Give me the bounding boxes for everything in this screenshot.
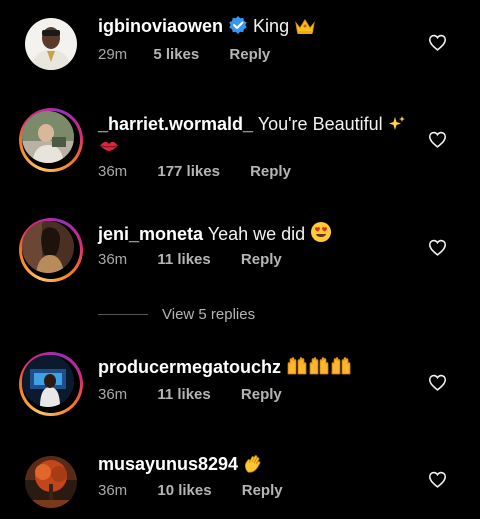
comment-username[interactable]: musayunus8294 (98, 454, 238, 474)
comment-item: musayunus8294 36m 10 likes Reply (0, 0, 480, 519)
comment-time: 36m (98, 482, 128, 499)
heart-outline-icon[interactable] (428, 471, 447, 488)
reply-button[interactable]: Reply (242, 482, 283, 499)
waving-hand-icon (243, 453, 265, 478)
avatar-photo (25, 456, 77, 508)
comment-likes[interactable]: 10 likes (157, 482, 211, 499)
avatar[interactable] (25, 456, 77, 508)
